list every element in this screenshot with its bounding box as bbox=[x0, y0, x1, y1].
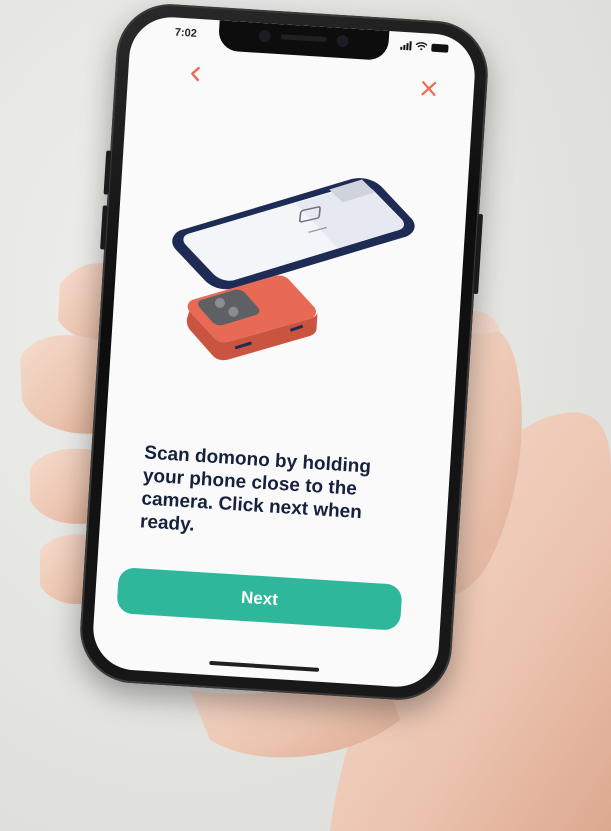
next-button[interactable]: Next bbox=[116, 567, 403, 631]
scan-instruction-text: Scan domono by holding your phone close … bbox=[139, 442, 372, 536]
scan-illustration bbox=[172, 178, 415, 361]
domono-device-graphic bbox=[186, 275, 318, 361]
chevron-left-icon bbox=[191, 66, 200, 82]
phone-outline-graphic bbox=[172, 178, 415, 290]
close-button[interactable] bbox=[413, 73, 445, 105]
battery-icon bbox=[431, 43, 449, 53]
close-icon bbox=[421, 81, 437, 97]
speaker-grille bbox=[280, 34, 327, 43]
back-button[interactable] bbox=[179, 58, 211, 90]
wifi-icon bbox=[415, 42, 428, 51]
status-icons bbox=[400, 41, 449, 53]
status-time: 7:02 bbox=[174, 26, 198, 40]
app-screen: 7:02 Scan domono by holding your phone c… bbox=[90, 14, 478, 690]
home-indicator[interactable] bbox=[209, 660, 320, 672]
signal-icon bbox=[400, 41, 412, 51]
phone-device: 7:02 Scan domono by holding your phone c… bbox=[77, 0, 491, 704]
photo-scene: 7:02 Scan domono by holding your phone c… bbox=[0, 0, 611, 831]
sensor-icon bbox=[336, 34, 350, 48]
camera-icon bbox=[258, 29, 272, 43]
